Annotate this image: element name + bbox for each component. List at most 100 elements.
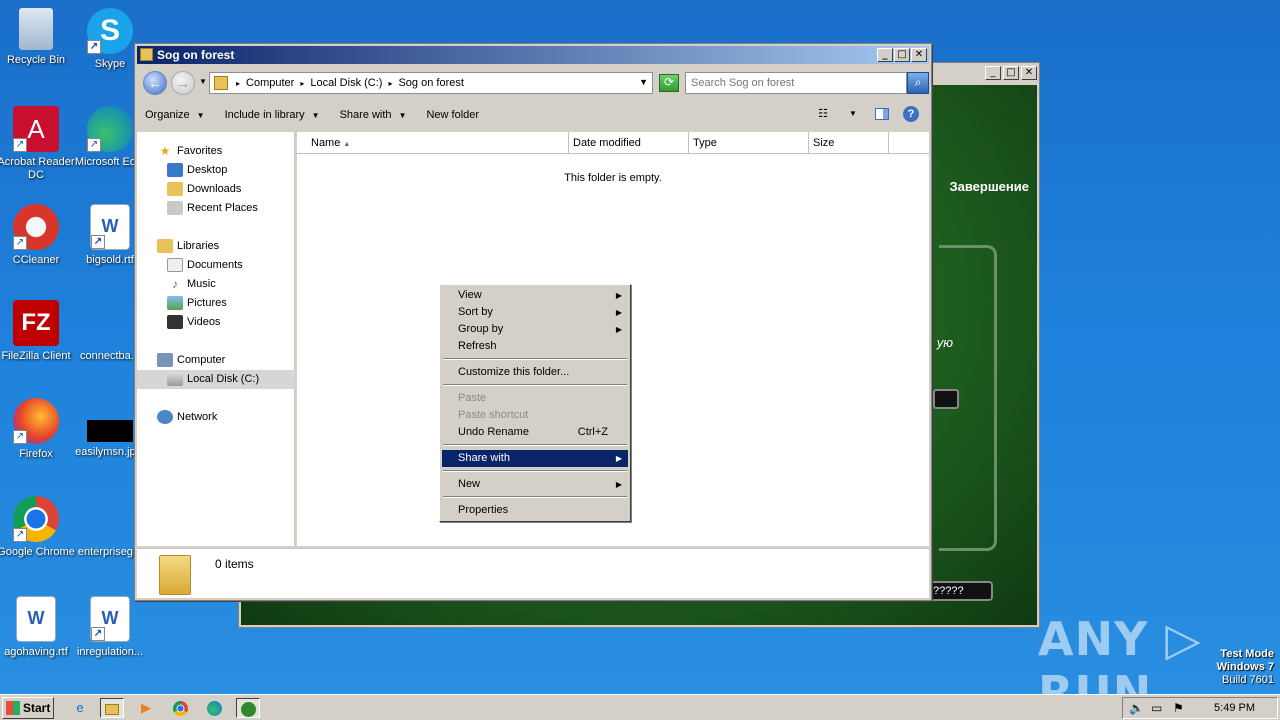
nav-documents[interactable]: Documents <box>137 256 295 275</box>
details-pane: 0 items <box>137 548 929 598</box>
music-icon: ♪ <box>172 277 178 292</box>
column-header-type[interactable]: Type <box>689 132 809 154</box>
forward-button[interactable]: → <box>171 71 195 95</box>
change-view-icon[interactable]: ☷ <box>815 106 831 122</box>
column-header-name[interactable]: Name ▲ <box>297 132 569 154</box>
nav-network[interactable]: Network <box>137 408 295 427</box>
nav-videos[interactable]: Videos <box>137 313 295 332</box>
menu-item-undo-rename[interactable]: Undo Rename Ctrl+Z <box>442 424 628 441</box>
menu-item-customize[interactable]: Customize this folder... <box>442 364 628 381</box>
recent-pages-dropdown-icon[interactable]: ▼ <box>199 77 207 86</box>
ie-icon[interactable]: e <box>68 698 92 718</box>
desktop-icon-recycle-bin[interactable]: Recycle Bin <box>0 8 76 67</box>
chevron-right-icon[interactable]: ▸ <box>388 77 392 90</box>
chevron-right-icon[interactable]: ▸ <box>300 77 304 90</box>
include-in-library-button[interactable]: Include in library ▼ <box>217 109 328 121</box>
column-header-date[interactable]: Date modified <box>569 132 689 154</box>
nav-recent-places[interactable]: Recent Places <box>137 199 295 218</box>
nav-downloads[interactable]: Downloads <box>137 180 295 199</box>
start-button[interactable]: Start <box>2 697 54 719</box>
address-bar[interactable]: ▸ Computer ▸ Local Disk (C:) ▸ Sog on fo… <box>209 72 653 94</box>
submenu-arrow-icon: ▶ <box>615 325 622 334</box>
view-options-dropdown-icon[interactable]: ▼ <box>845 106 861 122</box>
close-button[interactable]: ✕ <box>911 48 927 62</box>
network-icon <box>157 410 173 425</box>
edge-icon[interactable] <box>202 698 226 718</box>
desktop-icon-ccleaner[interactable]: ↗ CCleaner <box>0 204 76 267</box>
media-player-icon[interactable]: ▶ <box>134 698 158 718</box>
finish-label: Завершение <box>949 179 1029 194</box>
submenu-arrow-icon: ▶ <box>615 480 622 489</box>
input-field[interactable] <box>933 389 959 409</box>
search-input[interactable] <box>691 74 887 92</box>
green-app-taskbar-icon[interactable] <box>236 698 260 718</box>
clock[interactable]: 5:49 PM <box>1214 702 1255 714</box>
nav-desktop[interactable]: Desktop <box>137 161 295 180</box>
desktop-icon-inregulation[interactable]: W ↗ inregulation... <box>70 596 150 659</box>
desktop-icon-chrome[interactable]: ↗ Google Chrome <box>0 496 76 559</box>
menu-item-view[interactable]: View ▶ <box>442 287 628 304</box>
explorer-titlebar[interactable]: Sog on forest _ □ ✕ <box>137 46 929 64</box>
network-icon[interactable]: ▭ <box>1151 701 1162 715</box>
organize-button[interactable]: Organize ▼ <box>137 109 213 121</box>
maximize-button[interactable]: □ <box>1003 66 1019 80</box>
desktop-icon-filezilla[interactable]: FZ FileZilla Client <box>0 300 76 363</box>
sort-ascending-icon: ▲ <box>343 141 351 148</box>
menu-item-new[interactable]: New ▶ <box>442 476 628 493</box>
chrome-icon[interactable] <box>168 698 192 718</box>
address-dropdown-icon[interactable]: ▼ <box>639 77 648 87</box>
menu-item-sort-by[interactable]: Sort by ▶ <box>442 304 628 321</box>
minimize-button[interactable]: _ <box>877 48 893 62</box>
preview-pane-icon[interactable] <box>875 108 889 120</box>
nav-computer[interactable]: Computer <box>137 351 295 370</box>
menu-separator <box>443 358 627 360</box>
submenu-arrow-icon: ▶ <box>615 291 622 300</box>
refresh-button[interactable]: ⟳ <box>659 74 679 92</box>
menu-item-paste-shortcut: Paste shortcut <box>458 409 529 421</box>
desktop-icon-agohaving[interactable]: W agohaving.rtf <box>0 596 76 659</box>
chevron-down-icon: ▼ <box>398 111 407 120</box>
item-count: 0 items <box>215 557 254 571</box>
downloads-icon <box>167 182 183 197</box>
chevron-right-icon[interactable]: ▸ <box>236 77 240 90</box>
desktop-icon-firefox[interactable]: ↗ Firefox <box>0 398 76 461</box>
pictures-icon <box>167 296 183 311</box>
word-doc-icon: W ↗ <box>90 204 130 250</box>
filezilla-icon: FZ <box>13 300 59 346</box>
test-mode-watermark: Test Mode Windows 7 Build 7601 <box>1216 648 1274 686</box>
explorer-taskbar-icon[interactable] <box>100 698 124 718</box>
menu-separator <box>443 384 627 386</box>
share-with-button[interactable]: Share with ▼ <box>332 109 415 121</box>
desktop-icon-acrobat[interactable]: A ↗ Acrobat Reader DC <box>0 106 76 182</box>
search-icon[interactable]: ⌕ <box>907 72 929 94</box>
nav-pictures[interactable]: Pictures <box>137 294 295 313</box>
breadcrumb-current-folder[interactable]: Sog on forest <box>398 77 463 90</box>
column-header-size[interactable]: Size <box>809 132 889 154</box>
skype-icon: S ↗ <box>87 8 133 54</box>
menu-item-refresh[interactable]: Refresh <box>442 338 628 355</box>
new-folder-button[interactable]: New folder <box>418 109 487 121</box>
submenu-arrow-icon: ▶ <box>615 308 622 317</box>
volume-icon[interactable]: 🔈 <box>1129 701 1144 715</box>
back-button[interactable]: ← <box>143 71 167 95</box>
minimize-button[interactable]: _ <box>985 66 1001 80</box>
videos-icon <box>167 315 183 330</box>
folder-icon <box>140 48 153 61</box>
nav-music[interactable]: ♪ Music <box>137 275 295 294</box>
menu-item-share-with[interactable]: Share with ▶ <box>442 450 628 467</box>
action-center-flag-icon[interactable]: ⚑ <box>1173 701 1184 715</box>
close-button[interactable]: ✕ <box>1021 66 1037 80</box>
question-field[interactable]: ????? <box>929 581 993 601</box>
help-icon[interactable]: ? <box>903 106 919 122</box>
breadcrumb-computer[interactable]: Computer <box>246 77 294 90</box>
nav-libraries[interactable]: Libraries <box>137 237 295 256</box>
context-menu: View ▶ Sort by ▶ Group by ▶ Refresh Customi… <box>439 284 631 522</box>
menu-item-group-by[interactable]: Group by ▶ <box>442 321 628 338</box>
maximize-button[interactable]: □ <box>894 48 910 62</box>
command-bar: Organize ▼ Include in library ▼ Share with… <box>137 100 929 130</box>
menu-item-properties[interactable]: Properties <box>442 502 628 519</box>
nav-favorites[interactable]: ★ Favorites <box>137 142 295 161</box>
search-box[interactable] <box>685 72 907 94</box>
breadcrumb-local-disk[interactable]: Local Disk (C:) <box>310 77 382 90</box>
nav-local-disk[interactable]: Local Disk (C:) <box>137 370 295 389</box>
